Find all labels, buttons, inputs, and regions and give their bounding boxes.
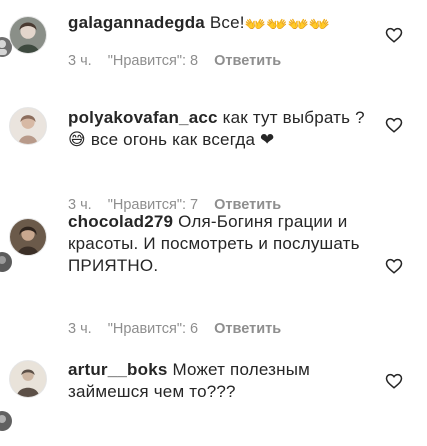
- reply-button[interactable]: Ответить: [214, 53, 281, 69]
- like-heart-icon[interactable]: [385, 257, 403, 275]
- comment-username[interactable]: chocolad279: [68, 212, 173, 231]
- comment-body: galagannadegda Все!👐👐👐👐: [68, 12, 368, 36]
- comment-meta: 3 ч. "Нравится": 6 Ответить: [68, 321, 281, 337]
- comment-body: polyakovafan_acc как тут выбрать ? 😅 все…: [68, 107, 368, 151]
- reply-button[interactable]: Ответить: [214, 321, 281, 337]
- like-heart-icon[interactable]: [385, 26, 403, 44]
- comment-body: artur__boks Может полезным займешся чем …: [68, 359, 368, 403]
- avatar[interactable]: [9, 107, 47, 145]
- hands-emoji-icon: 👐👐👐👐: [244, 15, 331, 34]
- side-avatar-3[interactable]: [0, 251, 13, 273]
- avatar[interactable]: [9, 360, 47, 398]
- side-avatar-4[interactable]: [0, 410, 13, 432]
- avatar[interactable]: [9, 16, 47, 54]
- comment-username[interactable]: galagannadegda: [68, 13, 205, 32]
- like-heart-icon[interactable]: [385, 116, 403, 134]
- avatar[interactable]: [9, 218, 47, 256]
- comment-username[interactable]: artur__boks: [68, 360, 168, 379]
- comment-meta: 3 ч. "Нравится": 8 Ответить: [68, 53, 281, 69]
- comment-username[interactable]: polyakovafan_acc: [68, 108, 218, 127]
- comment-time: 3 ч.: [68, 53, 92, 69]
- comment-text: Все!: [209, 13, 245, 32]
- like-heart-icon[interactable]: [385, 372, 403, 390]
- comment-body: chocolad279 Оля-Богиня грации и красоты.…: [68, 211, 368, 277]
- comment-likes[interactable]: "Нравится": 8: [108, 53, 198, 69]
- comment-time: 3 ч.: [68, 321, 92, 337]
- comment-likes[interactable]: "Нравится": 6: [108, 321, 198, 337]
